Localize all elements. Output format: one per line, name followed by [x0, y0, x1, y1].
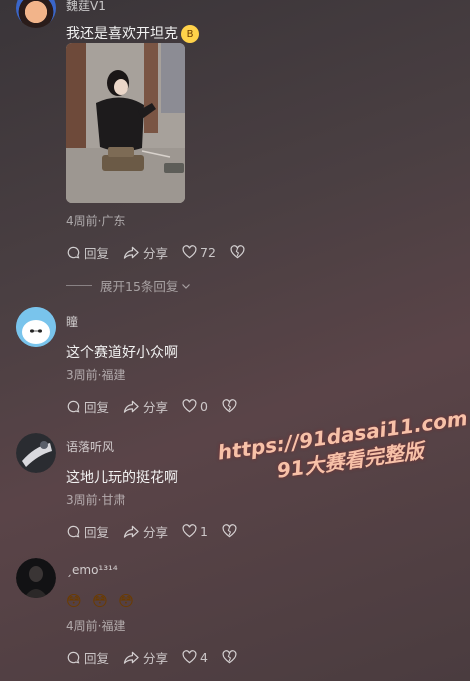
comments-panel: 魏莛V1 我还是喜欢开坦克 B 4周前·广东 回复 分享 72 展开15条回复 … — [0, 0, 470, 681]
heart-icon — [182, 399, 197, 413]
dislike-button[interactable] — [222, 650, 237, 664]
like-count: 0 — [200, 398, 208, 414]
comment-actions: 回复 分享 1 — [66, 522, 237, 540]
share-label: 分享 — [143, 524, 169, 540]
broken-heart-icon — [230, 245, 245, 259]
reply-button[interactable]: 回复 — [66, 522, 109, 541]
heart-icon — [182, 650, 197, 664]
comment-actions: 回复 分享 0 — [66, 397, 237, 415]
avatar[interactable] — [16, 307, 56, 347]
comment-image[interactable] — [66, 43, 185, 203]
comment-meta: 4周前·广东 — [66, 214, 126, 228]
comment-emojis: 😳 😳 😳 — [66, 592, 134, 610]
dislike-button[interactable] — [222, 524, 237, 538]
like-button[interactable]: 72 — [182, 245, 216, 260]
heart-icon — [182, 245, 197, 259]
comment-username[interactable]: ˏemo¹³¹⁴ — [66, 563, 118, 577]
reply-button[interactable]: 回复 — [66, 243, 109, 262]
share-label: 分享 — [143, 399, 169, 415]
reply-button[interactable]: 回复 — [66, 648, 109, 667]
avatar-illustration — [16, 307, 56, 347]
emoji-icon: 😳 — [66, 592, 82, 610]
comment-text: 这地儿玩的挺花啊 — [66, 470, 178, 486]
dislike-button[interactable] — [230, 245, 245, 259]
share-button[interactable]: 分享 — [123, 397, 168, 416]
photo-illustration — [66, 43, 185, 203]
share-button[interactable]: 分享 — [123, 648, 168, 667]
comment-actions: 回复 分享 72 — [66, 243, 245, 261]
share-label: 分享 — [143, 650, 169, 666]
like-count: 4 — [200, 649, 208, 665]
divider-line — [66, 285, 92, 286]
emoji-icon: 😳 — [118, 592, 134, 610]
share-icon — [123, 651, 139, 664]
like-button[interactable]: 0 — [182, 399, 208, 414]
comment-text-body: 我还是喜欢开坦克 — [66, 26, 178, 42]
share-icon — [123, 525, 139, 538]
reply-icon — [67, 246, 80, 259]
broken-heart-icon — [222, 524, 237, 538]
avatar[interactable] — [16, 433, 56, 473]
comment-text: 我还是喜欢开坦克 B — [66, 23, 199, 43]
like-button[interactable]: 1 — [182, 524, 208, 539]
reply-label: 回复 — [84, 245, 110, 261]
watermark-overlay: https://91dasai11.com 91大赛看完整版 — [216, 405, 470, 492]
comment-username[interactable]: 瞳 — [66, 313, 78, 330]
share-button[interactable]: 分享 — [123, 522, 168, 541]
share-label: 分享 — [143, 245, 169, 261]
emoji-icon: 😳 — [92, 592, 108, 610]
emoji-icon: B — [181, 25, 199, 43]
broken-heart-icon — [222, 650, 237, 664]
reply-label: 回复 — [84, 524, 110, 540]
like-count: 1 — [200, 523, 208, 539]
avatar[interactable] — [16, 558, 56, 598]
chevron-down-icon — [182, 283, 191, 289]
like-button[interactable]: 4 — [182, 650, 208, 665]
comment-actions: 回复 分享 4 — [66, 648, 237, 666]
comment-username[interactable]: 魏莛V1 — [66, 0, 106, 14]
heart-icon — [182, 524, 197, 538]
comment-username[interactable]: 语落听风 — [66, 438, 114, 455]
avatar-illustration — [16, 558, 56, 598]
share-icon — [123, 400, 139, 413]
dislike-button[interactable] — [222, 399, 237, 413]
expand-replies-button[interactable]: 展开15条回复 — [66, 276, 192, 295]
reply-button[interactable]: 回复 — [66, 397, 109, 416]
reply-icon — [67, 400, 80, 413]
reply-icon — [67, 525, 80, 538]
comment-text: 这个赛道好小众啊 — [66, 345, 178, 361]
like-count: 72 — [200, 244, 216, 260]
broken-heart-icon — [222, 399, 237, 413]
reply-label: 回复 — [84, 399, 110, 415]
share-button[interactable]: 分享 — [123, 243, 168, 262]
reply-label: 回复 — [84, 650, 110, 666]
expand-replies-label: 展开15条回复 — [100, 279, 179, 294]
share-icon — [123, 246, 139, 259]
comment-meta: 3周前·福建 — [66, 368, 126, 382]
reply-icon — [67, 651, 80, 664]
comment-meta: 4周前·福建 — [66, 619, 126, 633]
avatar[interactable] — [16, 0, 56, 28]
comment-meta: 3周前·甘肃 — [66, 493, 126, 507]
avatar-illustration — [16, 433, 56, 473]
